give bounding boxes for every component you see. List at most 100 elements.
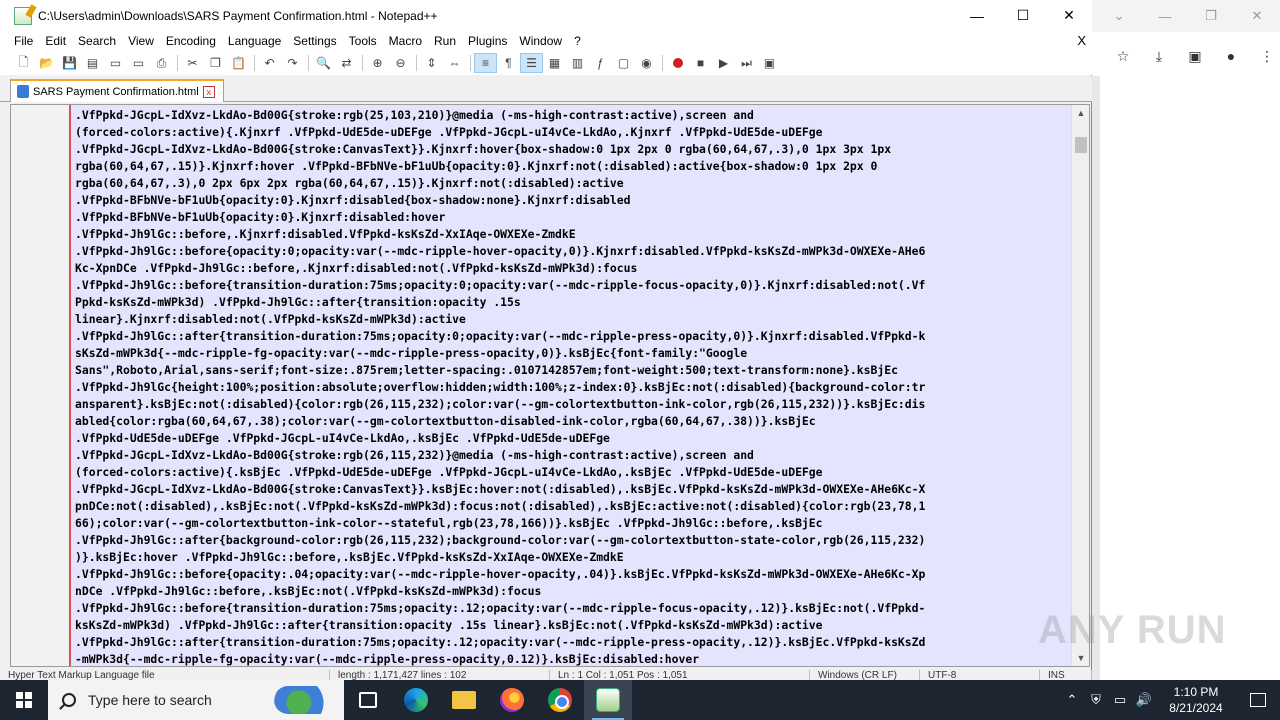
menu-file[interactable]: File [8, 34, 39, 48]
function-list-icon[interactable]: ƒ [589, 53, 612, 73]
edge-taskbar-button[interactable] [392, 680, 440, 720]
code-line[interactable]: .VfPpkd-JGcpL-IdXvz-LkdAo-Bd00G{stroke:r… [75, 447, 1071, 464]
menu-view[interactable]: View [122, 34, 160, 48]
profile-icon[interactable]: ● [1220, 45, 1242, 67]
undo-icon[interactable]: ↶ [258, 53, 281, 73]
volume-icon[interactable]: 🔊 [1132, 680, 1156, 720]
code-line[interactable]: .VfPpkd-Jh9lGc::before{transition-durati… [75, 600, 1071, 617]
chrome-taskbar-button[interactable] [536, 680, 584, 720]
download-icon[interactable]: ⤓ [1148, 45, 1170, 67]
menu-settings[interactable]: Settings [287, 34, 342, 48]
code-line[interactable]: (forced-colors:active){.Kjnxrf .VfPpkd-U… [75, 124, 1071, 141]
code-line[interactable]: .VfPpkd-Jh9lGc::after{transition-duratio… [75, 634, 1071, 651]
record-macro-icon[interactable] [666, 53, 689, 73]
code-line[interactable]: .VfPpkd-UdE5de-uDEFge .VfPpkd-JGcpL-uI4v… [75, 430, 1071, 447]
code-line[interactable]: .VfPpkd-JGcpL-IdXvz-LkdAo-Bd00G{stroke:C… [75, 481, 1071, 498]
star-icon[interactable]: ☆ [1112, 45, 1134, 67]
print-icon[interactable]: ⎙ [150, 53, 173, 73]
notepad-app-icon[interactable] [14, 6, 32, 25]
copy-icon[interactable]: ❐ [204, 53, 227, 73]
maximize-button[interactable]: ☐ [1000, 0, 1046, 31]
menu-language[interactable]: Language [222, 34, 287, 48]
sync-vertical-icon[interactable]: ⇕ [420, 53, 443, 73]
show-hidden-icons-icon[interactable]: ⌃ [1060, 680, 1084, 720]
minimize-icon[interactable]: — [1142, 0, 1188, 32]
tab-sars-payment-confirmation[interactable]: SARS Payment Confirmation.html x [10, 79, 224, 102]
code-line[interactable]: rgba(60,64,67,.15)}.Kjnxrf:hover .VfPpkd… [75, 158, 1071, 175]
menu-help[interactable]: ? [568, 34, 587, 48]
save-all-icon[interactable]: ▤ [81, 53, 104, 73]
code-line[interactable]: linear}.Kjnxrf:disabled:not(.VfPpkd-ksKs… [75, 311, 1071, 328]
code-line[interactable]: .VfPpkd-Jh9lGc::before{opacity:.04;opaci… [75, 566, 1071, 583]
close-all-icon[interactable]: ▭ [127, 53, 150, 73]
show-all-chars-icon[interactable]: ¶ [497, 53, 520, 73]
menu-run[interactable]: Run [428, 34, 462, 48]
code-line[interactable]: .VfPpkd-BFbNVe-bF1uUb{opacity:0}.Kjnxrf:… [75, 209, 1071, 226]
task-view-button[interactable] [344, 680, 392, 720]
menu-dots-icon[interactable]: ⋮ [1256, 45, 1278, 67]
find-icon[interactable]: 🔍 [312, 53, 335, 73]
code-line[interactable]: (forced-colors:active){.ksBjEc .VfPpkd-U… [75, 464, 1071, 481]
code-line[interactable]: .VfPpkd-Jh9lGc::before,.Kjnxrf:disabled.… [75, 226, 1071, 243]
run-macro-multiple-icon[interactable]: ⏭ [735, 53, 758, 73]
code-line[interactable]: .VfPpkd-JGcpL-IdXvz-LkdAo-Bd00G{stroke:C… [75, 141, 1071, 158]
replace-icon[interactable]: ⇄ [335, 53, 358, 73]
code-line[interactable]: .VfPpkd-Jh9lGc{height:100%;position:abso… [75, 379, 1071, 396]
menu-window[interactable]: Window [513, 34, 568, 48]
menu-search[interactable]: Search [72, 34, 122, 48]
code-line[interactable]: .VfPpkd-JGcpL-IdXvz-LkdAo-Bd00G{stroke:r… [75, 107, 1071, 124]
code-line[interactable]: Ppkd-ksKsZd-mWPk3d) .VfPpkd-Jh9lGc::afte… [75, 294, 1071, 311]
stop-macro-icon[interactable]: ■ [689, 53, 712, 73]
menu-plugins[interactable]: Plugins [462, 34, 513, 48]
code-line[interactable]: 66);color:var(--gm-colortextbutton-ink-c… [75, 515, 1071, 532]
close-icon[interactable]: ✕ [1234, 0, 1280, 32]
chevron-down-icon[interactable]: ⌄ [1096, 0, 1142, 32]
network-icon[interactable]: ▭ [1108, 680, 1132, 720]
menu-edit[interactable]: Edit [39, 34, 72, 48]
code-line[interactable]: sKsZd-mWPk3d{--mdc-ripple-fg-opacity:var… [75, 345, 1071, 362]
monitoring-icon[interactable]: ◉ [635, 53, 658, 73]
code-line[interactable]: .VfPpkd-BFbNVe-bF1uUb{opacity:0}.Kjnxrf:… [75, 192, 1071, 209]
save-macro-icon[interactable]: ▣ [758, 53, 781, 73]
notepad-taskbar-button[interactable] [584, 680, 632, 720]
paste-icon[interactable]: 📋 [227, 53, 250, 73]
user-language-icon[interactable]: ▦ [543, 53, 566, 73]
start-button[interactable] [0, 680, 48, 720]
notification-button[interactable] [1236, 680, 1280, 720]
sidebar-icon[interactable]: ▣ [1184, 45, 1206, 67]
firefox-taskbar-button[interactable] [488, 680, 536, 720]
security-icon[interactable]: ⛨ [1084, 680, 1108, 720]
code-line[interactable]: -mWPk3d{--mdc-ripple-fg-opacity:var(--md… [75, 651, 1071, 666]
code-line[interactable]: .VfPpkd-Jh9lGc::before{transition-durati… [75, 277, 1071, 294]
code-line[interactable]: Sans",Roboto,Arial,sans-serif;font-size:… [75, 362, 1071, 379]
zoom-out-icon[interactable]: ⊖ [389, 53, 412, 73]
taskbar-search[interactable]: Type here to search [48, 680, 344, 720]
close-file-icon[interactable]: ▭ [104, 53, 127, 73]
indent-guide-icon[interactable]: ☰ [520, 53, 543, 73]
save-icon[interactable]: 💾 [58, 53, 81, 73]
sync-horizontal-icon[interactable]: ⇔ [443, 53, 466, 73]
menu-macro[interactable]: Macro [383, 34, 428, 48]
scroll-thumb[interactable] [1075, 137, 1087, 153]
play-macro-icon[interactable]: ▶ [712, 53, 735, 73]
folder-workspace-icon[interactable]: ▢ [612, 53, 635, 73]
line-number-gutter[interactable] [11, 105, 69, 666]
code-line[interactable]: ansparent}.ksBjEc:not(:disabled){color:r… [75, 396, 1071, 413]
close-button[interactable]: ✕ [1046, 0, 1092, 31]
restore-icon[interactable]: ❐ [1188, 0, 1234, 32]
redo-icon[interactable]: ↷ [281, 53, 304, 73]
code-line[interactable]: abled{color:rgba(60,64,67,.38);color:var… [75, 413, 1071, 430]
code-line[interactable]: .VfPpkd-Jh9lGc::after{transition-duratio… [75, 328, 1071, 345]
editor-area[interactable]: .VfPpkd-JGcpL-IdXvz-LkdAo-Bd00G{stroke:r… [10, 104, 1090, 667]
document-map-icon[interactable]: ▥ [566, 53, 589, 73]
code-line[interactable]: Kc-XpnDCe .VfPpkd-Jh9lGc::before,.Kjnxrf… [75, 260, 1071, 277]
code-line[interactable]: .VfPpkd-Jh9lGc::before{opacity:0;opacity… [75, 243, 1071, 260]
new-file-icon[interactable]: 🗋 [12, 53, 35, 73]
code-line[interactable]: pnDCe:not(:disabled),.ksBjEc:not(.VfPpkd… [75, 498, 1071, 515]
zoom-in-icon[interactable]: ⊕ [366, 53, 389, 73]
code-line[interactable]: rgba(60,64,67,.3),0 2px 6px 2px rgba(60,… [75, 175, 1071, 192]
code-line[interactable]: nDCe .VfPpkd-Jh9lGc::before,.ksBjEc:not(… [75, 583, 1071, 600]
code-line[interactable]: .VfPpkd-Jh9lGc::after{background-color:r… [75, 532, 1071, 549]
code-line[interactable]: )}.ksBjEc:hover .VfPpkd-Jh9lGc::before,.… [75, 549, 1071, 566]
word-wrap-icon[interactable]: ≡ [474, 53, 497, 73]
